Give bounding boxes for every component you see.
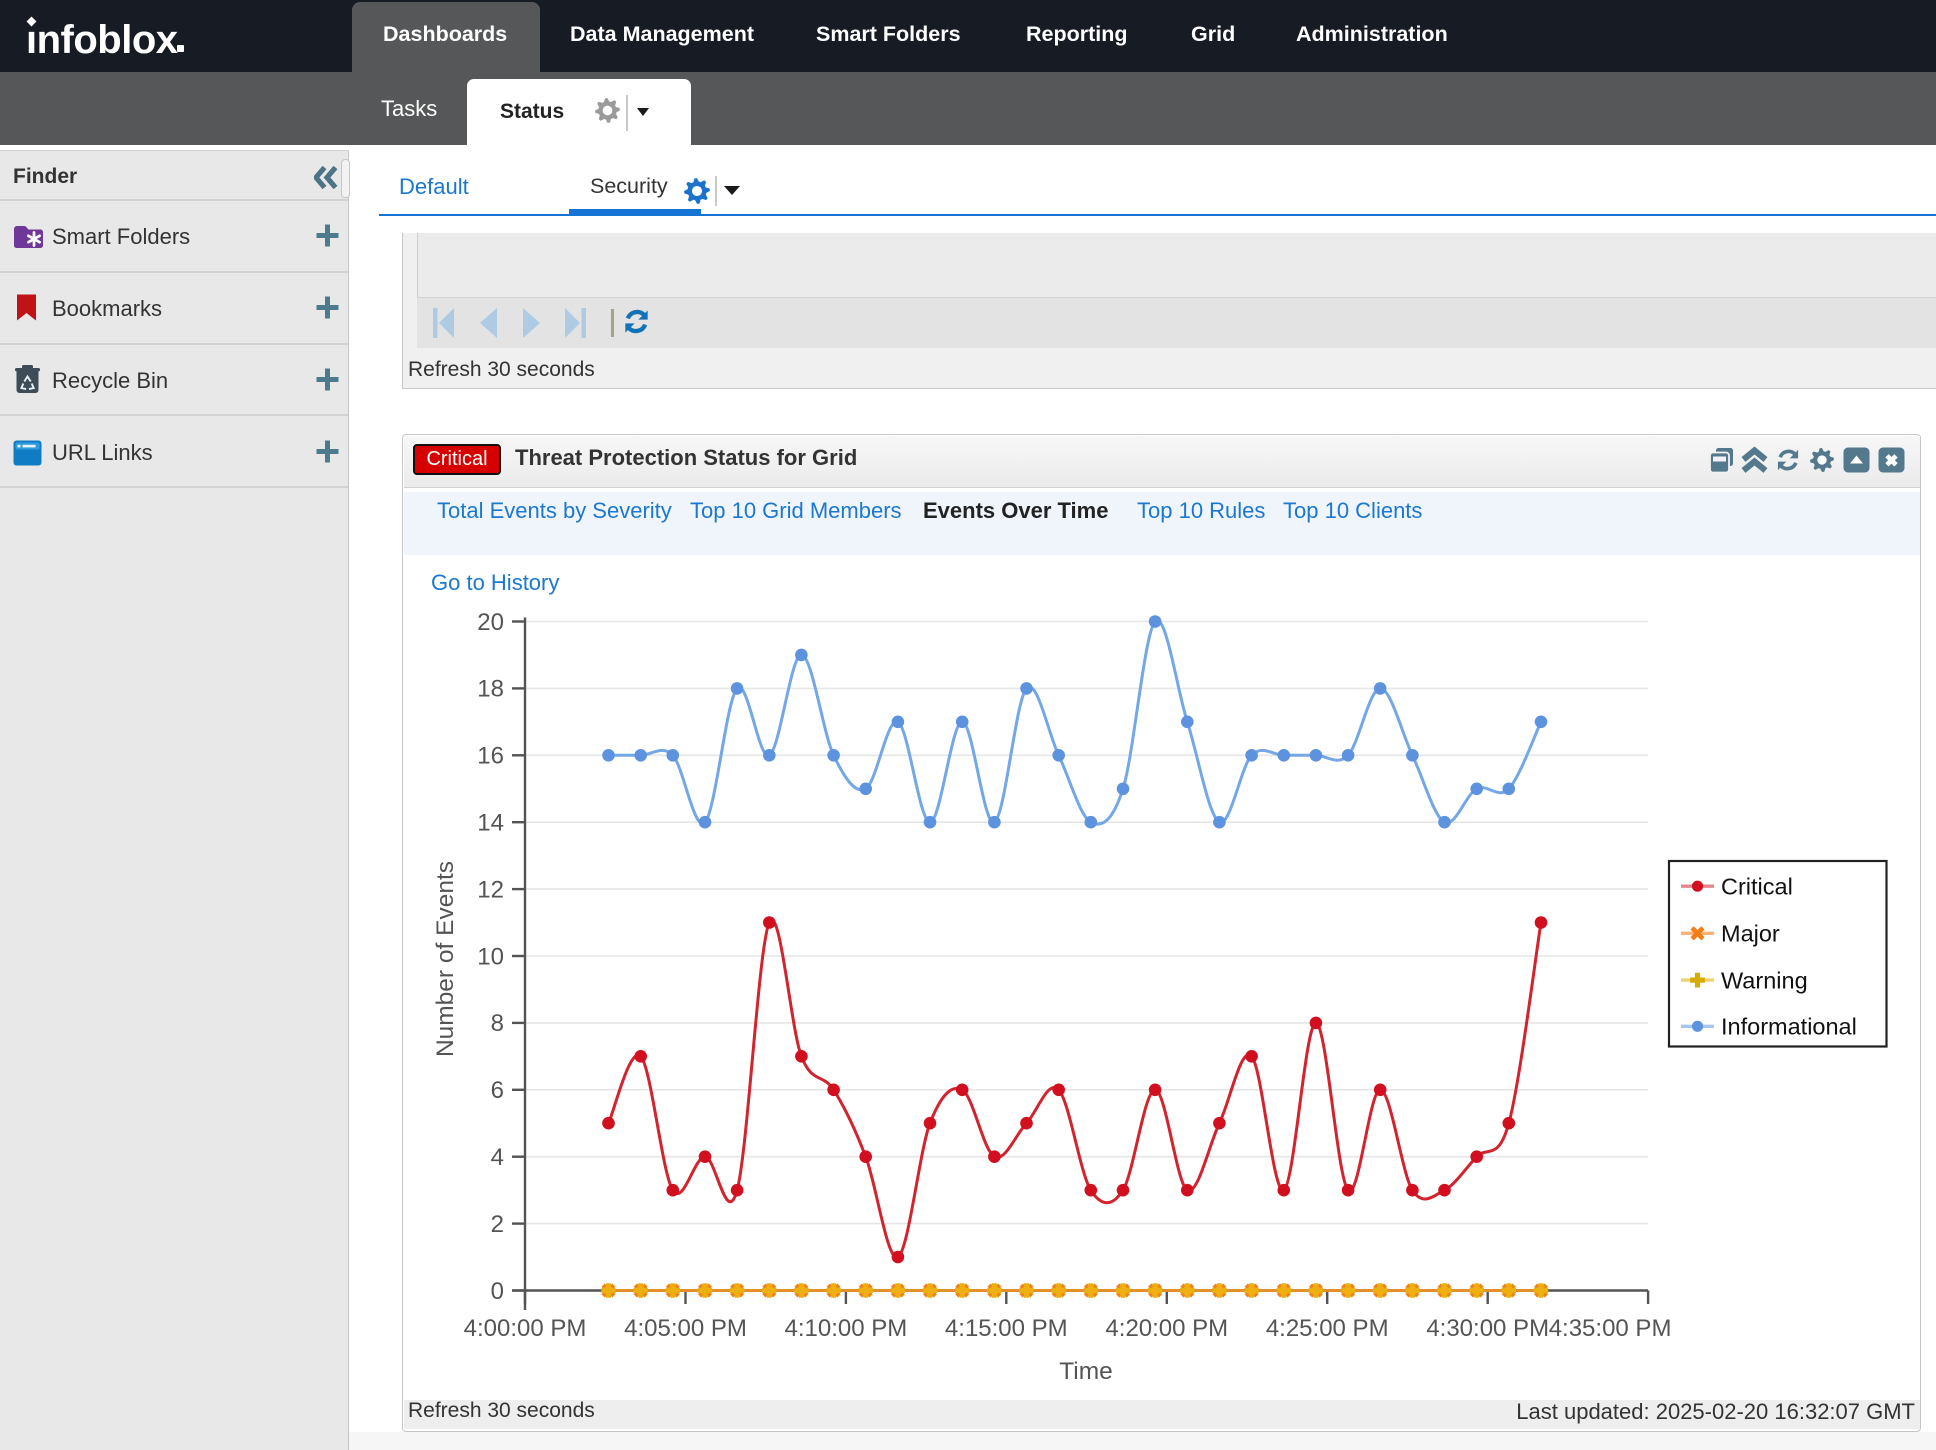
svg-text:Time: Time [1059, 1358, 1113, 1385]
svg-text:20: 20 [477, 609, 504, 636]
svg-text:4:00:00 PM: 4:00:00 PM [464, 1315, 587, 1342]
svg-text:8: 8 [491, 1010, 504, 1037]
svg-text:4:25:00 PM: 4:25:00 PM [1266, 1315, 1389, 1342]
svg-text:18: 18 [477, 676, 504, 703]
svg-text:Informational: Informational [1721, 1014, 1857, 1040]
svg-text:4: 4 [491, 1144, 504, 1171]
svg-text:Critical: Critical [1721, 873, 1793, 899]
svg-text:2: 2 [491, 1211, 504, 1238]
svg-text:0: 0 [491, 1278, 504, 1305]
svg-text:16: 16 [477, 743, 504, 770]
svg-text:6: 6 [491, 1077, 504, 1104]
svg-text:Warning: Warning [1721, 967, 1808, 993]
svg-text:4:10:00 PM: 4:10:00 PM [785, 1315, 908, 1342]
svg-text:4:05:00 PM: 4:05:00 PM [624, 1315, 747, 1342]
svg-text:14: 14 [477, 810, 504, 837]
svg-text:4:30:00 PM: 4:30:00 PM [1426, 1315, 1549, 1342]
svg-text:4:15:00 PM: 4:15:00 PM [945, 1315, 1068, 1342]
svg-text:4:20:00 PM: 4:20:00 PM [1105, 1315, 1228, 1342]
svg-text:Number of Events: Number of Events [432, 861, 459, 1057]
svg-text:4:35:00 PM: 4:35:00 PM [1549, 1315, 1672, 1342]
svg-text:10: 10 [477, 943, 504, 970]
svg-text:Major: Major [1721, 921, 1780, 947]
svg-text:12: 12 [477, 876, 504, 903]
